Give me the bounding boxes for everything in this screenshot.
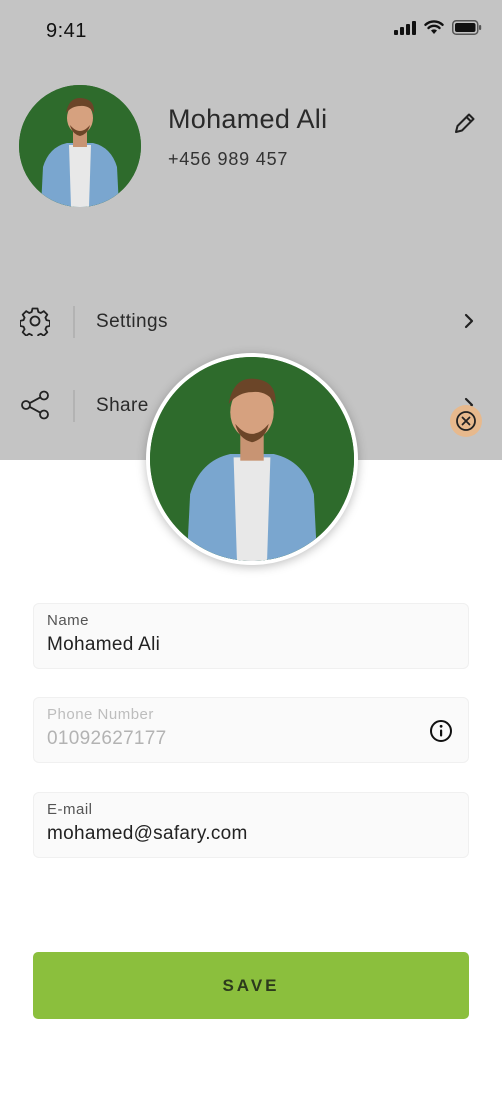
save-button[interactable]: SAVE [33, 952, 469, 1019]
avatar-photo [150, 357, 354, 561]
email-input[interactable]: mohamed@safary.com [47, 823, 248, 845]
profile-photo [150, 357, 354, 561]
menu-divider [73, 306, 75, 338]
phone-number-label: Phone Number [47, 706, 154, 723]
status-bar: 9:41 [0, 0, 502, 60]
name-field[interactable]: Name Mohamed Ali [33, 603, 469, 669]
profile-name: Mohamed Ali [168, 104, 328, 134]
name-input[interactable]: Mohamed Ali [47, 634, 160, 656]
profile-phone: +456 989 457 [168, 149, 289, 169]
close-button[interactable] [450, 405, 482, 437]
gear-icon [20, 307, 50, 336]
email-label: E-mail [47, 801, 93, 818]
menu-item-settings[interactable]: Settings [0, 286, 502, 356]
share-icon [21, 390, 49, 420]
avatar-photo [19, 85, 141, 207]
phone-number-input: 01092627177 [47, 728, 167, 749]
menu-item-label: Settings [96, 311, 168, 332]
profile-photo-large[interactable] [146, 353, 358, 565]
email-field[interactable]: E-mail mohamed@safary.com [33, 792, 469, 858]
name-label: Name [47, 612, 90, 629]
status-time: 9:41 [46, 20, 87, 42]
phone-number-field: Phone Number 01092627177 [33, 697, 469, 763]
close-circle-icon [456, 411, 476, 431]
chevron-right-icon [464, 313, 474, 329]
menu-item-label: Share [96, 395, 149, 416]
edit-icon[interactable] [452, 110, 478, 136]
cellular-signal-icon [394, 20, 416, 35]
battery-icon [452, 20, 482, 35]
profile-avatar [19, 85, 141, 207]
save-button-label: SAVE [222, 975, 280, 995]
info-icon[interactable] [429, 719, 453, 743]
wifi-icon [424, 20, 444, 34]
status-icons [394, 20, 482, 35]
menu-divider [73, 390, 75, 422]
